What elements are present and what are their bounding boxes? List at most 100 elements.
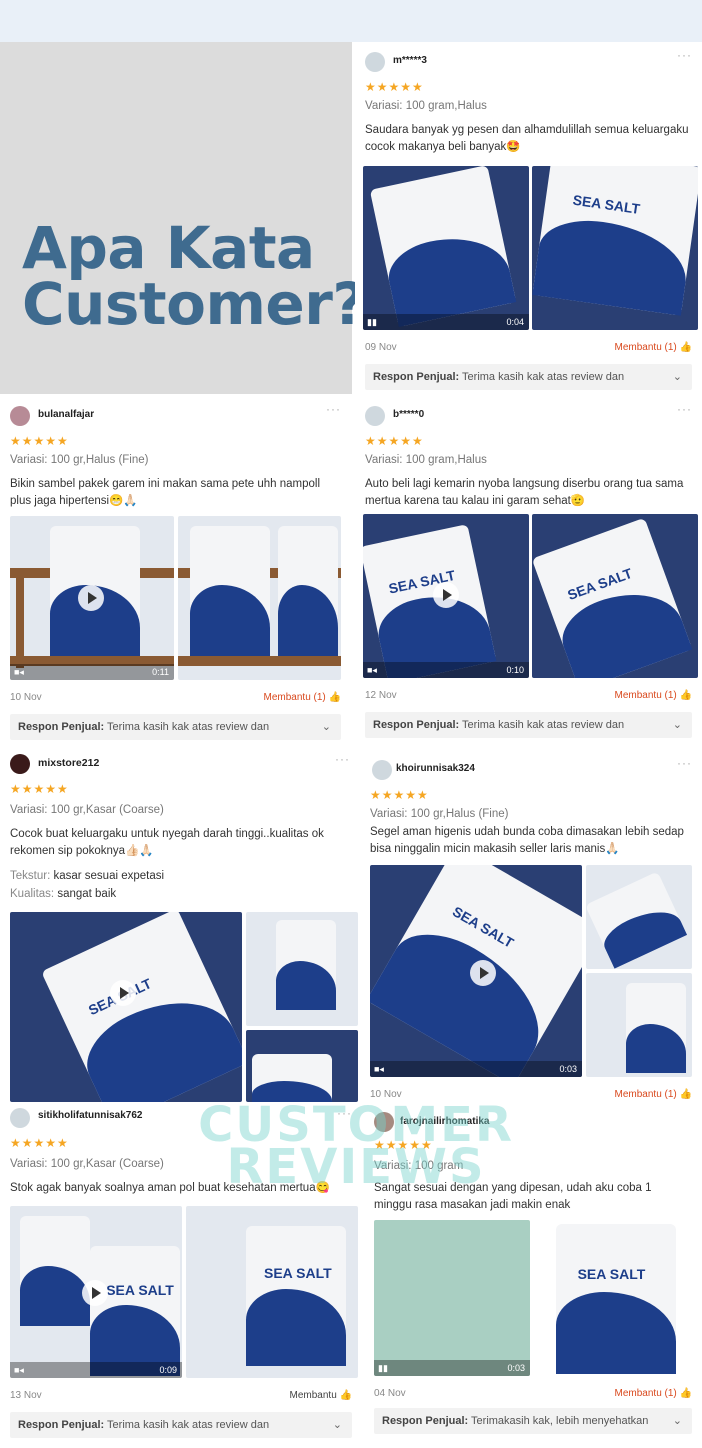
more-dots-icon[interactable]: ···: [326, 402, 341, 416]
chevron-down-icon[interactable]: ⌄: [673, 1408, 682, 1434]
reply-label: Respon Penjual:: [18, 1419, 105, 1431]
helpful-label: Membantu (1): [614, 1089, 677, 1100]
chevron-down-icon[interactable]: ⌄: [673, 712, 682, 738]
product-bag-image: [586, 871, 688, 969]
video-duration: 0:04: [506, 317, 524, 327]
seller-reply[interactable]: Respon Penjual: Terima kasih kak atas re…: [10, 714, 341, 740]
reply-text: Terima kasih kak atas review dan: [462, 371, 625, 383]
product-bag-image: [190, 526, 270, 656]
product-bag-image: [626, 983, 686, 1073]
reply-text: Terima kasih kak atas review dan: [462, 719, 625, 731]
product-label: SEA SALT: [577, 1266, 646, 1282]
review-photo[interactable]: [246, 912, 358, 1026]
review-video[interactable]: ▮▮ 0:03: [374, 1220, 530, 1376]
hero-panel: Apa Kata Customer?: [0, 42, 366, 394]
play-icon[interactable]: [78, 585, 104, 611]
more-dots-icon[interactable]: ···: [677, 48, 692, 62]
review-date: 09 Nov: [365, 342, 397, 353]
review-date: 13 Nov: [10, 1390, 42, 1401]
review-video[interactable]: SEA SALT ■◂ 0:10: [363, 514, 529, 678]
review-card-2: bulanalfajar ··· ★★★★★ Variasi: 100 gr,H…: [0, 396, 351, 742]
helpful-button[interactable]: Membantu (1) 👍: [615, 342, 692, 353]
reply-label: Respon Penjual:: [382, 1415, 469, 1427]
review-video[interactable]: ■◂ 0:11: [10, 516, 174, 680]
quality-label: Kualitas:: [10, 888, 55, 900]
product-bag-image: SEA SALT: [363, 524, 497, 678]
variant-text: Variasi: 100 gr,Kasar (Coarse): [10, 804, 164, 816]
review-photo[interactable]: SEA SALT: [186, 1206, 358, 1378]
avatar: [365, 52, 385, 72]
reply-label: Respon Penjual:: [373, 719, 460, 731]
helpful-label: Membantu: [289, 1390, 337, 1401]
product-bag-image: [20, 1216, 90, 1326]
seller-reply[interactable]: Respon Penjual: Terima kasih kak atas re…: [10, 1412, 352, 1438]
review-photo[interactable]: [586, 865, 692, 969]
review-card-3: b*****0 ··· ★★★★★ Variasi: 100 gram,Halu…: [355, 396, 702, 742]
seller-reply[interactable]: Respon Penjual: Terima kasih kak atas re…: [365, 364, 692, 390]
review-photo[interactable]: SEA SALT: [532, 514, 698, 678]
texture-value: kasar sesuai expetasi: [53, 870, 165, 882]
chevron-down-icon[interactable]: ⌄: [333, 1412, 342, 1438]
variant-text: Variasi: 100 gram,Halus: [365, 100, 487, 112]
hero-title-line2: Customer?: [22, 270, 366, 338]
chevron-down-icon[interactable]: ⌄: [673, 364, 682, 390]
review-video[interactable]: SEA SALT ■◂ 0:09: [10, 1206, 182, 1378]
helpful-button[interactable]: Membantu (1) 👍: [615, 1089, 692, 1100]
video-duration: 0:03: [559, 1064, 577, 1074]
chevron-down-icon[interactable]: ⌄: [322, 714, 331, 740]
video-duration: 0:10: [506, 665, 524, 675]
avatar: [365, 406, 385, 426]
review-photo[interactable]: SEA SALT: [534, 1220, 692, 1376]
product-label: SEA SALT: [106, 1282, 174, 1299]
review-text: Segel aman higenis udah bunda coba dimas…: [370, 826, 684, 855]
play-icon[interactable]: [110, 980, 136, 1006]
hero-title: Apa Kata Customer?: [22, 214, 366, 338]
quality-value: sangat baik: [57, 888, 117, 900]
play-icon[interactable]: [433, 582, 459, 608]
play-icon[interactable]: [82, 1280, 108, 1306]
helpful-label: Membantu (1): [614, 1388, 677, 1399]
seller-reply[interactable]: Respon Penjual: Terima kasih kak atas re…: [365, 712, 692, 738]
review-photo[interactable]: [586, 973, 692, 1077]
video-camera-icon: ■◂: [14, 1365, 24, 1375]
helpful-label: Membantu (1): [614, 342, 677, 353]
more-dots-icon[interactable]: ···: [677, 756, 692, 770]
star-rating: ★★★★★: [10, 434, 69, 448]
texture-row: Tekstur: kasar sesuai expetasi: [10, 868, 164, 885]
star-rating: ★★★★★: [370, 788, 429, 802]
star-rating: ★★★★★: [365, 80, 424, 94]
avatar: [10, 1108, 30, 1128]
review-card-4: mixstore212 ··· ★★★★★ Variasi: 100 gr,Ka…: [0, 746, 360, 1102]
product-bag-image: [276, 920, 336, 1010]
more-dots-icon[interactable]: ···: [677, 402, 692, 416]
product-bag-image: [369, 166, 517, 327]
product-bag-image: SEA SALT: [532, 166, 698, 316]
hero-title-line1: Apa Kata: [22, 214, 315, 282]
customer-reviews-watermark: CUSTOMER REVIEWS: [196, 1101, 516, 1191]
helpful-button[interactable]: Membantu (1) 👍: [615, 690, 692, 701]
review-photo[interactable]: [178, 516, 341, 680]
product-bag-image: [252, 1054, 332, 1102]
play-icon[interactable]: [470, 960, 496, 986]
helpful-label: Membantu (1): [614, 690, 677, 701]
thumb-up-icon: 👍: [339, 1390, 352, 1401]
product-bag-image: SEA SALT: [41, 912, 242, 1102]
helpful-button[interactable]: Membantu (1) 👍: [264, 692, 341, 703]
reviewer-name: khoirunnisak324: [396, 763, 475, 774]
seller-reply[interactable]: Respon Penjual: Terimakasih kak, lebih m…: [374, 1408, 692, 1434]
variant-text: Variasi: 100 gram,Halus: [365, 454, 487, 466]
video-duration: 0:11: [152, 667, 169, 677]
more-dots-icon[interactable]: ···: [335, 752, 350, 766]
review-photo[interactable]: [246, 1030, 358, 1102]
helpful-button[interactable]: Membantu 👍: [290, 1390, 352, 1401]
reply-label: Respon Penjual:: [18, 721, 105, 733]
review-video[interactable]: SEA SALT ■◂ 0:03: [370, 865, 582, 1077]
reviewer-name: m*****3: [393, 55, 427, 66]
product-bag-image: SEA SALT: [556, 1224, 676, 1374]
review-photo[interactable]: SEA SALT: [532, 166, 698, 330]
helpful-button[interactable]: Membantu (1) 👍: [615, 1388, 692, 1399]
product-bag-image: SEA SALT: [90, 1246, 180, 1376]
review-video[interactable]: SEA SALT: [10, 912, 242, 1102]
review-video[interactable]: ▮▮ 0:04: [363, 166, 529, 330]
reply-label: Respon Penjual:: [373, 371, 460, 383]
